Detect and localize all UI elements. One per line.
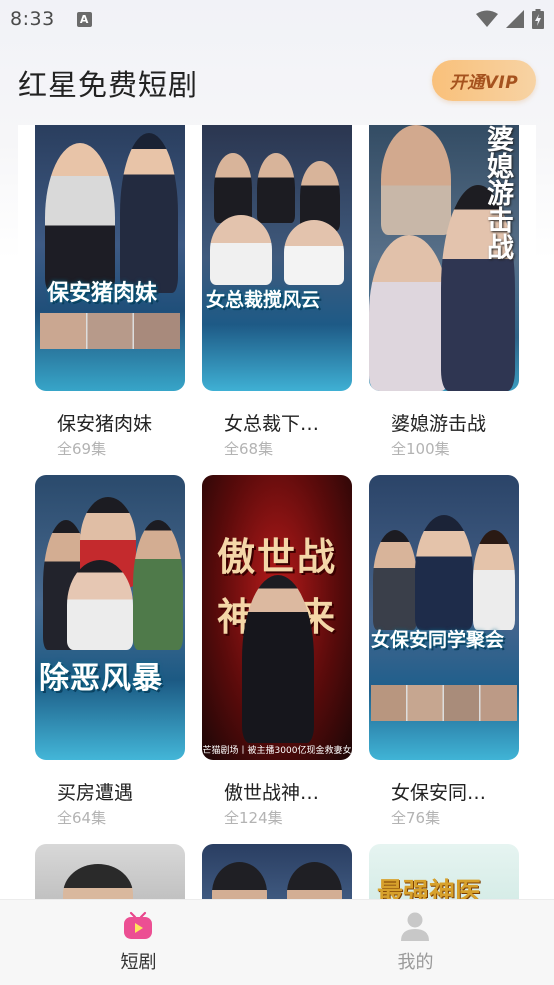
poster-title: 女总裁搅风云 — [206, 289, 321, 311]
drama-card[interactable]: 婆媳游击战 婆媳游击战 全100集 — [369, 125, 519, 460]
tab-dramas[interactable]: 短剧 — [0, 900, 277, 985]
poster-subtitle: 芒猫剧场丨被主播3000亿现金救妻女 — [202, 746, 352, 756]
drama-poster: 婆媳游击战 — [369, 125, 519, 391]
poster-inset-row — [371, 685, 517, 721]
drama-poster — [35, 844, 185, 900]
poster-inset-row — [40, 313, 180, 349]
drama-card[interactable] — [35, 844, 185, 900]
tab-label: 短剧 — [120, 952, 157, 973]
tv-play-icon — [124, 911, 152, 939]
episode-count: 全124集 — [224, 809, 283, 827]
status-indicators — [476, 9, 544, 29]
poster-figure — [120, 133, 178, 293]
poster-figure — [284, 220, 344, 285]
poster-figure — [63, 864, 133, 900]
poster-title: 除恶风暴 — [39, 661, 163, 696]
poster-figure — [133, 520, 183, 650]
poster-title: 婆媳游击战 — [482, 125, 513, 260]
user-icon — [401, 912, 429, 941]
drama-title: 女保安同… — [391, 782, 487, 804]
wifi-icon — [476, 10, 498, 27]
poster-title: 最强神医 — [377, 878, 482, 900]
drama-card[interactable]: 最强神医 — [369, 844, 519, 900]
poster-title: 女保安同学聚会 — [371, 629, 505, 651]
tab-profile[interactable]: 我的 — [277, 900, 554, 985]
drama-card[interactable]: 女保安同学聚会 女保安同… 全76集 — [369, 475, 519, 833]
status-bar: 8:33 A — [0, 0, 554, 38]
drama-title: 保安猪肉妹 — [57, 413, 153, 435]
episode-count: 全76集 — [391, 809, 441, 827]
episode-count: 全69集 — [57, 440, 107, 458]
drama-poster: 傲世战神归来 芒猫剧场丨被主播3000亿现金救妻女 — [202, 475, 352, 760]
episode-count: 全68集 — [224, 440, 274, 458]
poster-figure — [415, 515, 473, 630]
drama-poster: 女总裁搅风云 — [202, 125, 352, 391]
drama-card[interactable] — [202, 844, 352, 900]
drama-poster — [202, 844, 352, 900]
page-title: 红星免费短剧 — [18, 68, 199, 102]
app-header: 红星免费短剧 开通VIP — [0, 56, 554, 108]
poster-figure — [212, 862, 267, 900]
episode-count: 全100集 — [391, 440, 450, 458]
poster-figure — [369, 235, 449, 391]
tab-label: 我的 — [397, 952, 434, 973]
status-time: 8:33 — [10, 8, 55, 30]
vip-button[interactable]: 开通VIP — [432, 60, 536, 101]
drama-card[interactable]: 保安猪肉妹 保安猪肉妹 全69集 — [35, 125, 185, 460]
episode-count: 全64集 — [57, 809, 107, 827]
drama-grid-container[interactable]: 保安猪肉妹 保安猪肉妹 全69集 女总裁搅风云 女总裁下… 全68集 婆媳游击战… — [18, 125, 536, 900]
drama-card[interactable]: 除恶风暴 买房遭遇 全64集 — [35, 475, 185, 833]
battery-icon — [532, 9, 544, 29]
poster-figure — [257, 153, 295, 223]
drama-title: 傲世战神… — [224, 782, 320, 804]
poster-figure — [67, 560, 133, 650]
drama-card[interactable]: 傲世战神归来 芒猫剧场丨被主播3000亿现金救妻女 傲世战神… 全124集 — [202, 475, 352, 833]
poster-title: 保安猪肉妹 — [47, 281, 158, 306]
drama-title: 女总裁下… — [224, 413, 320, 435]
poster-figure — [45, 143, 115, 293]
drama-poster: 最强神医 — [369, 844, 519, 900]
poster-figure — [242, 575, 314, 743]
poster-figure — [287, 862, 342, 900]
signal-icon — [506, 10, 524, 28]
notification-icon: A — [76, 11, 92, 27]
poster-figure — [210, 215, 272, 285]
drama-poster: 除恶风暴 — [35, 475, 185, 760]
drama-title: 婆媳游击战 — [391, 413, 487, 435]
poster-figure — [373, 530, 417, 630]
drama-poster: 保安猪肉妹 — [35, 125, 185, 391]
drama-title: 买房遭遇 — [57, 782, 134, 804]
poster-figure — [214, 153, 252, 223]
drama-card[interactable]: 女总裁搅风云 女总裁下… 全68集 — [202, 125, 352, 460]
poster-figure — [381, 125, 451, 235]
bottom-tab-bar: 短剧 我的 — [0, 899, 554, 985]
poster-figure — [473, 530, 515, 630]
drama-poster: 女保安同学聚会 — [369, 475, 519, 760]
